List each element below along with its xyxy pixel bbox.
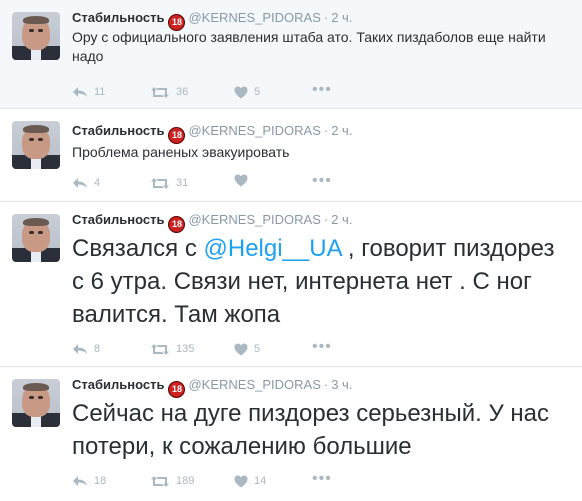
reply-count: 8	[94, 343, 101, 355]
retweet-button[interactable]: 31	[150, 174, 188, 192]
more-icon: •••	[312, 81, 332, 98]
age-badge-icon: 18	[168, 127, 186, 144]
more-button[interactable]: •••	[312, 470, 332, 487]
avatar[interactable]	[12, 12, 60, 60]
avatar[interactable]	[12, 214, 60, 262]
more-icon: •••	[312, 172, 332, 189]
reply-count: 18	[94, 475, 107, 487]
more-button[interactable]: •••	[312, 172, 332, 189]
author-name[interactable]: Стабильность	[72, 10, 164, 25]
tweet-text: Проблема раненых эвакуировать	[72, 144, 290, 160]
reply-icon	[73, 344, 87, 354]
heart-icon	[234, 174, 248, 187]
retweet-count: 189	[176, 475, 195, 487]
separator: ·	[323, 212, 329, 227]
separator: ·	[323, 10, 329, 25]
reply-count: 4	[94, 177, 101, 189]
reply-count: 11	[94, 86, 106, 98]
retweet-button[interactable]: 189	[150, 472, 194, 490]
retweet-icon	[151, 177, 169, 189]
like-count: 5	[254, 86, 261, 98]
author-name[interactable]: Стабильность	[72, 377, 164, 392]
author-handle[interactable]: @KERNES_PIDORAS	[188, 10, 320, 25]
like-count: 5	[254, 343, 261, 355]
retweet-icon	[151, 86, 169, 98]
tweet[interactable]: Стабильность 18 @KERNES_PIDORAS · 2 ч. Связа…	[0, 202, 582, 367]
like-button[interactable]: 14	[234, 472, 266, 490]
author-name[interactable]: Стабильность	[72, 212, 164, 227]
retweet-icon	[151, 475, 169, 487]
tweet-header: Стабильность 18 @KERNES_PIDORAS · 2 ч.	[72, 122, 352, 144]
like-button[interactable]: 5	[234, 83, 260, 101]
reply-icon	[73, 87, 87, 97]
author-name[interactable]: Стабильность	[72, 123, 164, 138]
tweet[interactable]: Стабильность 18 @KERNES_PIDORAS · 2 ч. Пробл…	[0, 109, 582, 202]
more-button[interactable]: •••	[312, 338, 332, 355]
separator: ·	[323, 123, 329, 138]
author-handle[interactable]: @KERNES_PIDORAS	[188, 123, 320, 138]
reply-icon	[73, 178, 87, 188]
tweet[interactable]: Стабильность 18 @KERNES_PIDORAS · 3 ч. Сейча…	[0, 367, 582, 501]
timestamp[interactable]: 2 ч.	[331, 123, 352, 138]
heart-icon	[234, 475, 248, 487]
heart-icon	[234, 86, 248, 98]
timestamp[interactable]: 3 ч.	[331, 377, 352, 392]
timestamp[interactable]: 2 ч.	[331, 212, 352, 227]
mention-link[interactable]: @Helgi__UA	[204, 235, 342, 262]
tweet-header: Стабильность 18 @KERNES_PIDORAS · 3 ч.	[72, 376, 352, 398]
retweet-count: 36	[176, 86, 189, 98]
retweet-count: 135	[176, 343, 195, 355]
tweet-text: Ору с официального заявления штаба ато. …	[72, 29, 546, 64]
avatar[interactable]	[12, 379, 60, 427]
timestamp[interactable]: 2 ч.	[331, 10, 352, 25]
like-button[interactable]	[234, 174, 254, 187]
author-handle[interactable]: @KERNES_PIDORAS	[188, 212, 320, 227]
more-icon: •••	[312, 338, 332, 355]
reply-button[interactable]: 8	[72, 340, 100, 358]
reply-button[interactable]: 11	[72, 83, 105, 101]
author-handle[interactable]: @KERNES_PIDORAS	[188, 377, 320, 392]
retweet-button[interactable]: 36	[150, 83, 188, 101]
retweet-count: 31	[176, 177, 189, 189]
tweet-header: Стабильность 18 @KERNES_PIDORAS · 2 ч.	[72, 211, 352, 233]
more-icon: •••	[312, 470, 332, 487]
retweet-icon	[151, 343, 169, 355]
age-badge-icon: 18	[168, 381, 186, 398]
avatar[interactable]	[12, 121, 60, 169]
heart-icon	[234, 343, 248, 355]
like-count: 14	[254, 475, 267, 487]
reply-button[interactable]: 18	[72, 472, 106, 490]
like-button[interactable]: 5	[234, 340, 260, 358]
tweet-text-part: Связался с	[72, 235, 204, 262]
tweet-text: Связался с @Helgi__UA , говорит пиздорез…	[72, 232, 572, 331]
more-button[interactable]: •••	[312, 81, 332, 98]
age-badge-icon: 18	[168, 216, 186, 233]
separator: ·	[323, 377, 329, 392]
tweet-text: Сейчас на дуге пиздорез серьезный. У нас…	[72, 400, 549, 460]
reply-button[interactable]: 4	[72, 174, 100, 192]
retweet-button[interactable]: 135	[150, 340, 194, 358]
tweet[interactable]: Стабильность 18 @KERNES_PIDORAS · 2 ч. Ору с…	[0, 0, 582, 109]
tweet-header: Стабильность 18 @KERNES_PIDORAS · 2 ч.	[72, 9, 352, 31]
reply-icon	[73, 476, 87, 486]
